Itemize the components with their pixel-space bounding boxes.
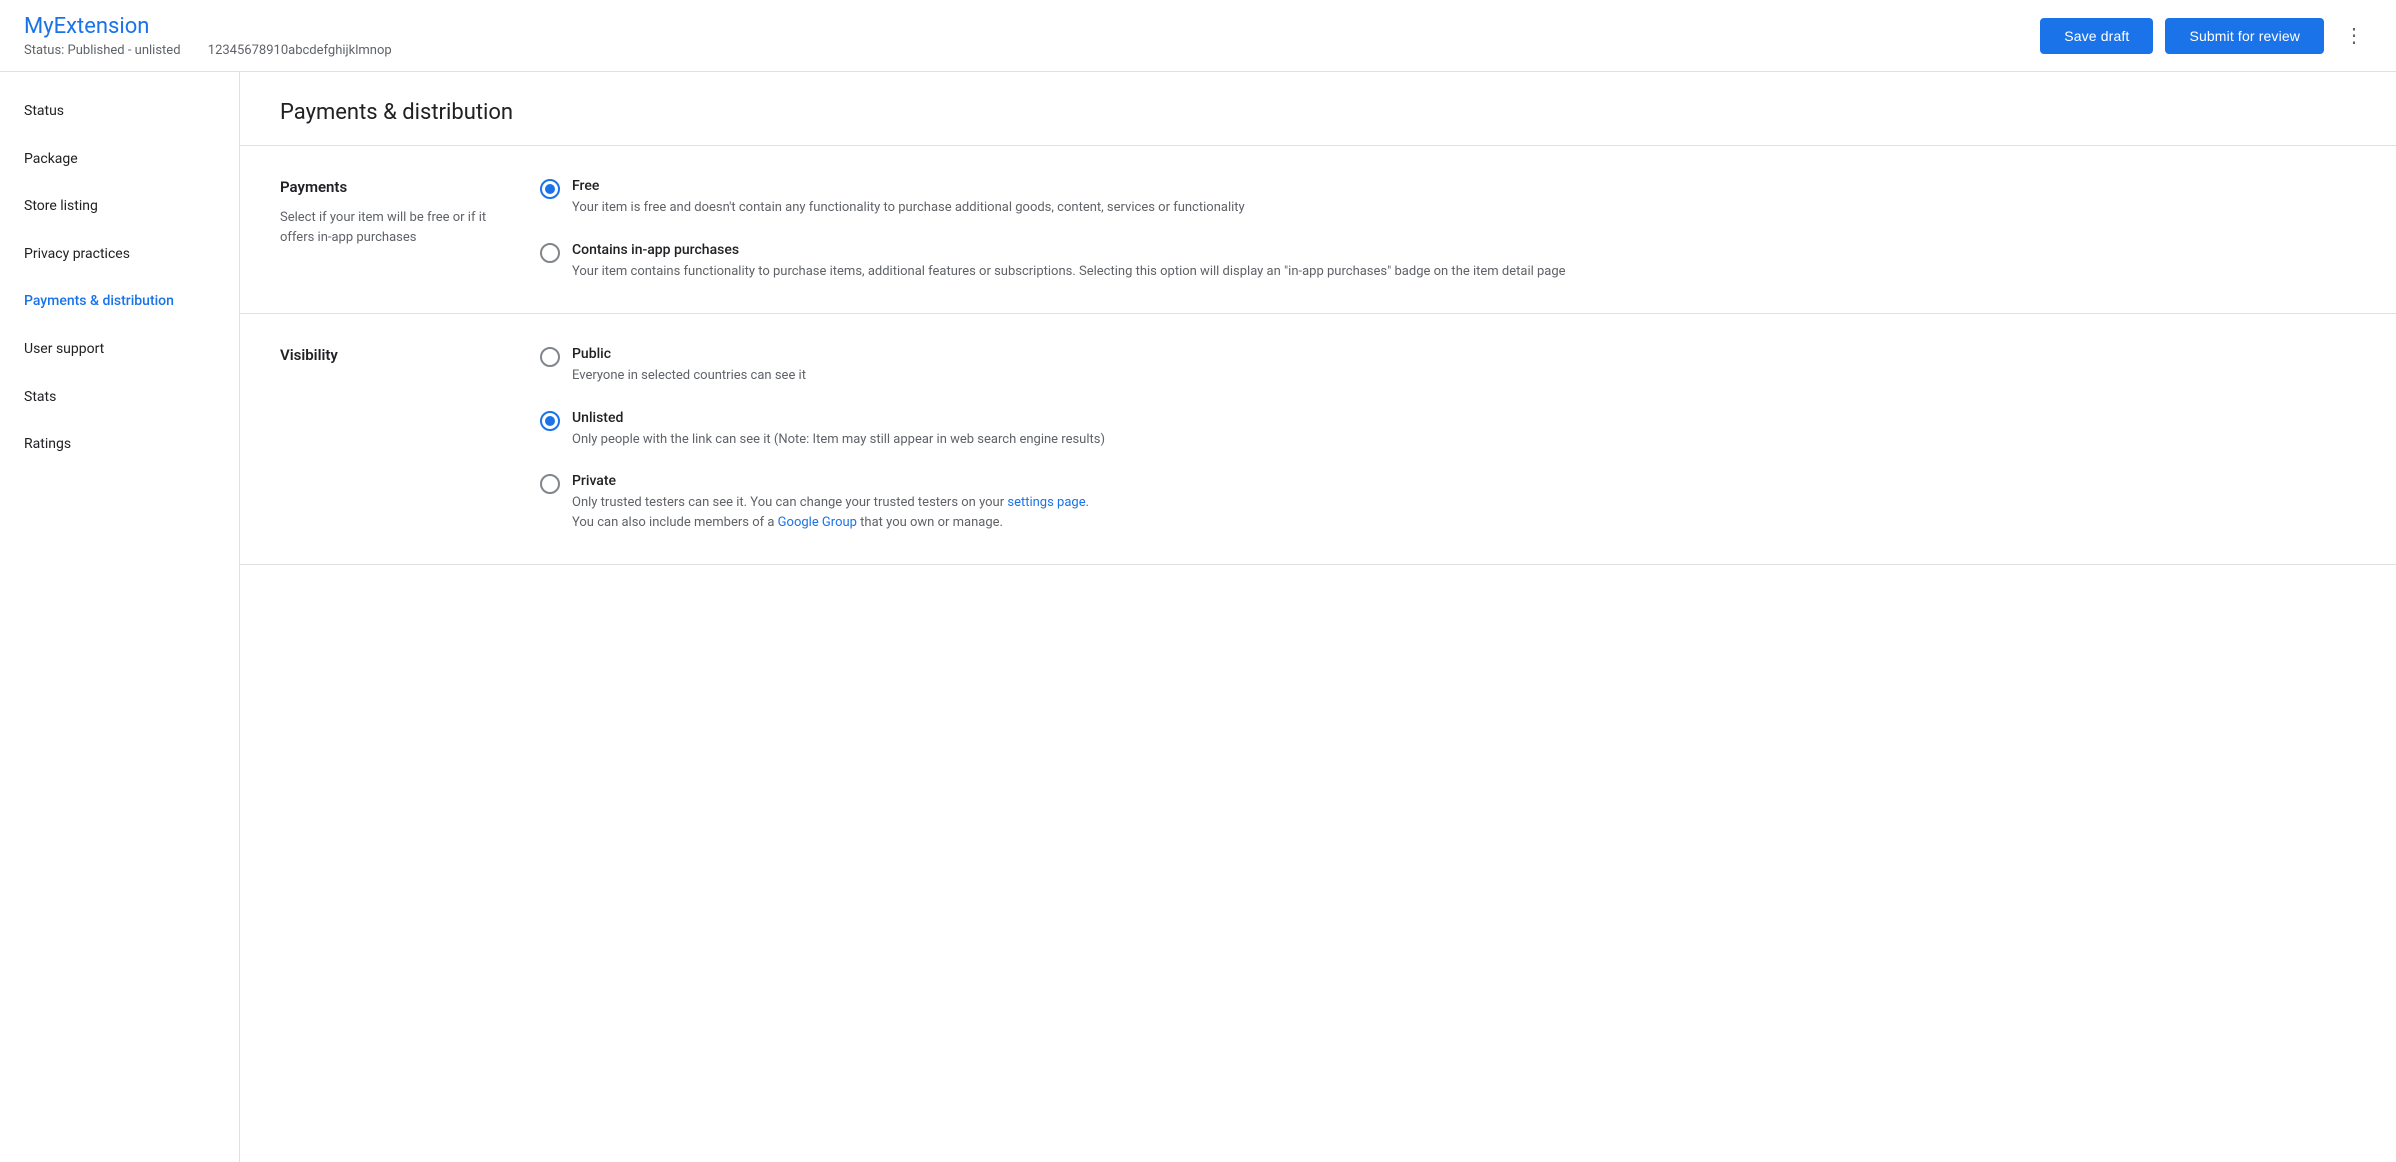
- google-group-link[interactable]: Google Group: [778, 515, 857, 530]
- payments-description: Select if your item will be free or if i…: [280, 208, 500, 247]
- payments-label-col: Payments Select if your item will be fre…: [280, 178, 500, 281]
- payments-section: Payments Select if your item will be fre…: [240, 146, 2396, 314]
- radio-unlisted-label: Unlisted: [572, 410, 2356, 426]
- radio-inapp-desc: Your item contains functionality to purc…: [572, 262, 2356, 282]
- visibility-label: Visibility: [280, 346, 500, 364]
- radio-free-desc: Your item is free and doesn't contain an…: [572, 198, 2356, 218]
- settings-page-link[interactable]: settings page: [1007, 495, 1085, 510]
- visibility-option-private[interactable]: Private Only trusted testers can see it.…: [540, 473, 2356, 532]
- sidebar-item-payments-distribution[interactable]: Payments & distribution: [0, 278, 239, 326]
- visibility-options: Public Everyone in selected countries ca…: [540, 346, 2356, 532]
- visibility-section: Visibility Public Everyone in selected c…: [240, 314, 2396, 565]
- page-title: Payments & distribution: [240, 72, 2396, 146]
- app-status: Status: Published - unlisted: [24, 43, 181, 58]
- main-content: Payments & distribution Payments Select …: [240, 72, 2396, 1162]
- sidebar-item-package[interactable]: Package: [0, 136, 239, 184]
- sidebar: Status Package Store listing Privacy pra…: [0, 72, 240, 1162]
- radio-inapp-text: Contains in-app purchases Your item cont…: [572, 242, 2356, 282]
- radio-unlisted[interactable]: [540, 411, 560, 431]
- sidebar-item-stats[interactable]: Stats: [0, 374, 239, 422]
- visibility-label-col: Visibility: [280, 346, 500, 532]
- radio-unlisted-text: Unlisted Only people with the link can s…: [572, 410, 2356, 450]
- payment-option-free[interactable]: Free Your item is free and doesn't conta…: [540, 178, 2356, 218]
- header-actions: Save draft Submit for review ⋮: [2040, 15, 2372, 56]
- visibility-option-unlisted[interactable]: Unlisted Only people with the link can s…: [540, 410, 2356, 450]
- radio-free-label: Free: [572, 178, 2356, 194]
- app-name: MyExtension: [24, 13, 2040, 42]
- header: MyExtension Status: Published - unlisted…: [0, 0, 2396, 72]
- radio-public[interactable]: [540, 347, 560, 367]
- sidebar-item-user-support[interactable]: User support: [0, 326, 239, 374]
- sidebar-item-store-listing[interactable]: Store listing: [0, 183, 239, 231]
- payments-options: Free Your item is free and doesn't conta…: [540, 178, 2356, 281]
- save-draft-button[interactable]: Save draft: [2040, 18, 2153, 54]
- radio-private-label: Private: [572, 473, 2356, 489]
- sidebar-item-status[interactable]: Status: [0, 88, 239, 136]
- radio-public-desc: Everyone in selected countries can see i…: [572, 366, 2356, 386]
- app-id: 12345678910abcdefghijklmnop: [208, 43, 392, 58]
- payment-option-inapp[interactable]: Contains in-app purchases Your item cont…: [540, 242, 2356, 282]
- radio-public-text: Public Everyone in selected countries ca…: [572, 346, 2356, 386]
- payments-label: Payments: [280, 178, 500, 196]
- more-icon: ⋮: [2344, 23, 2364, 48]
- radio-private[interactable]: [540, 474, 560, 494]
- header-left: MyExtension Status: Published - unlisted…: [24, 13, 2040, 59]
- radio-private-text: Private Only trusted testers can see it.…: [572, 473, 2356, 532]
- submit-for-review-button[interactable]: Submit for review: [2165, 18, 2324, 54]
- radio-unlisted-desc: Only people with the link can see it (No…: [572, 430, 2356, 450]
- more-options-button[interactable]: ⋮: [2336, 15, 2372, 56]
- radio-inapp[interactable]: [540, 243, 560, 263]
- layout: Status Package Store listing Privacy pra…: [0, 72, 2396, 1162]
- sidebar-item-ratings[interactable]: Ratings: [0, 421, 239, 469]
- radio-public-label: Public: [572, 346, 2356, 362]
- sidebar-item-privacy-practices[interactable]: Privacy practices: [0, 231, 239, 279]
- radio-inapp-label: Contains in-app purchases: [572, 242, 2356, 258]
- app-meta: Status: Published - unlisted 12345678910…: [24, 43, 2040, 58]
- visibility-option-public[interactable]: Public Everyone in selected countries ca…: [540, 346, 2356, 386]
- radio-free-text: Free Your item is free and doesn't conta…: [572, 178, 2356, 218]
- radio-private-desc: Only trusted testers can see it. You can…: [572, 493, 2356, 532]
- radio-free[interactable]: [540, 179, 560, 199]
